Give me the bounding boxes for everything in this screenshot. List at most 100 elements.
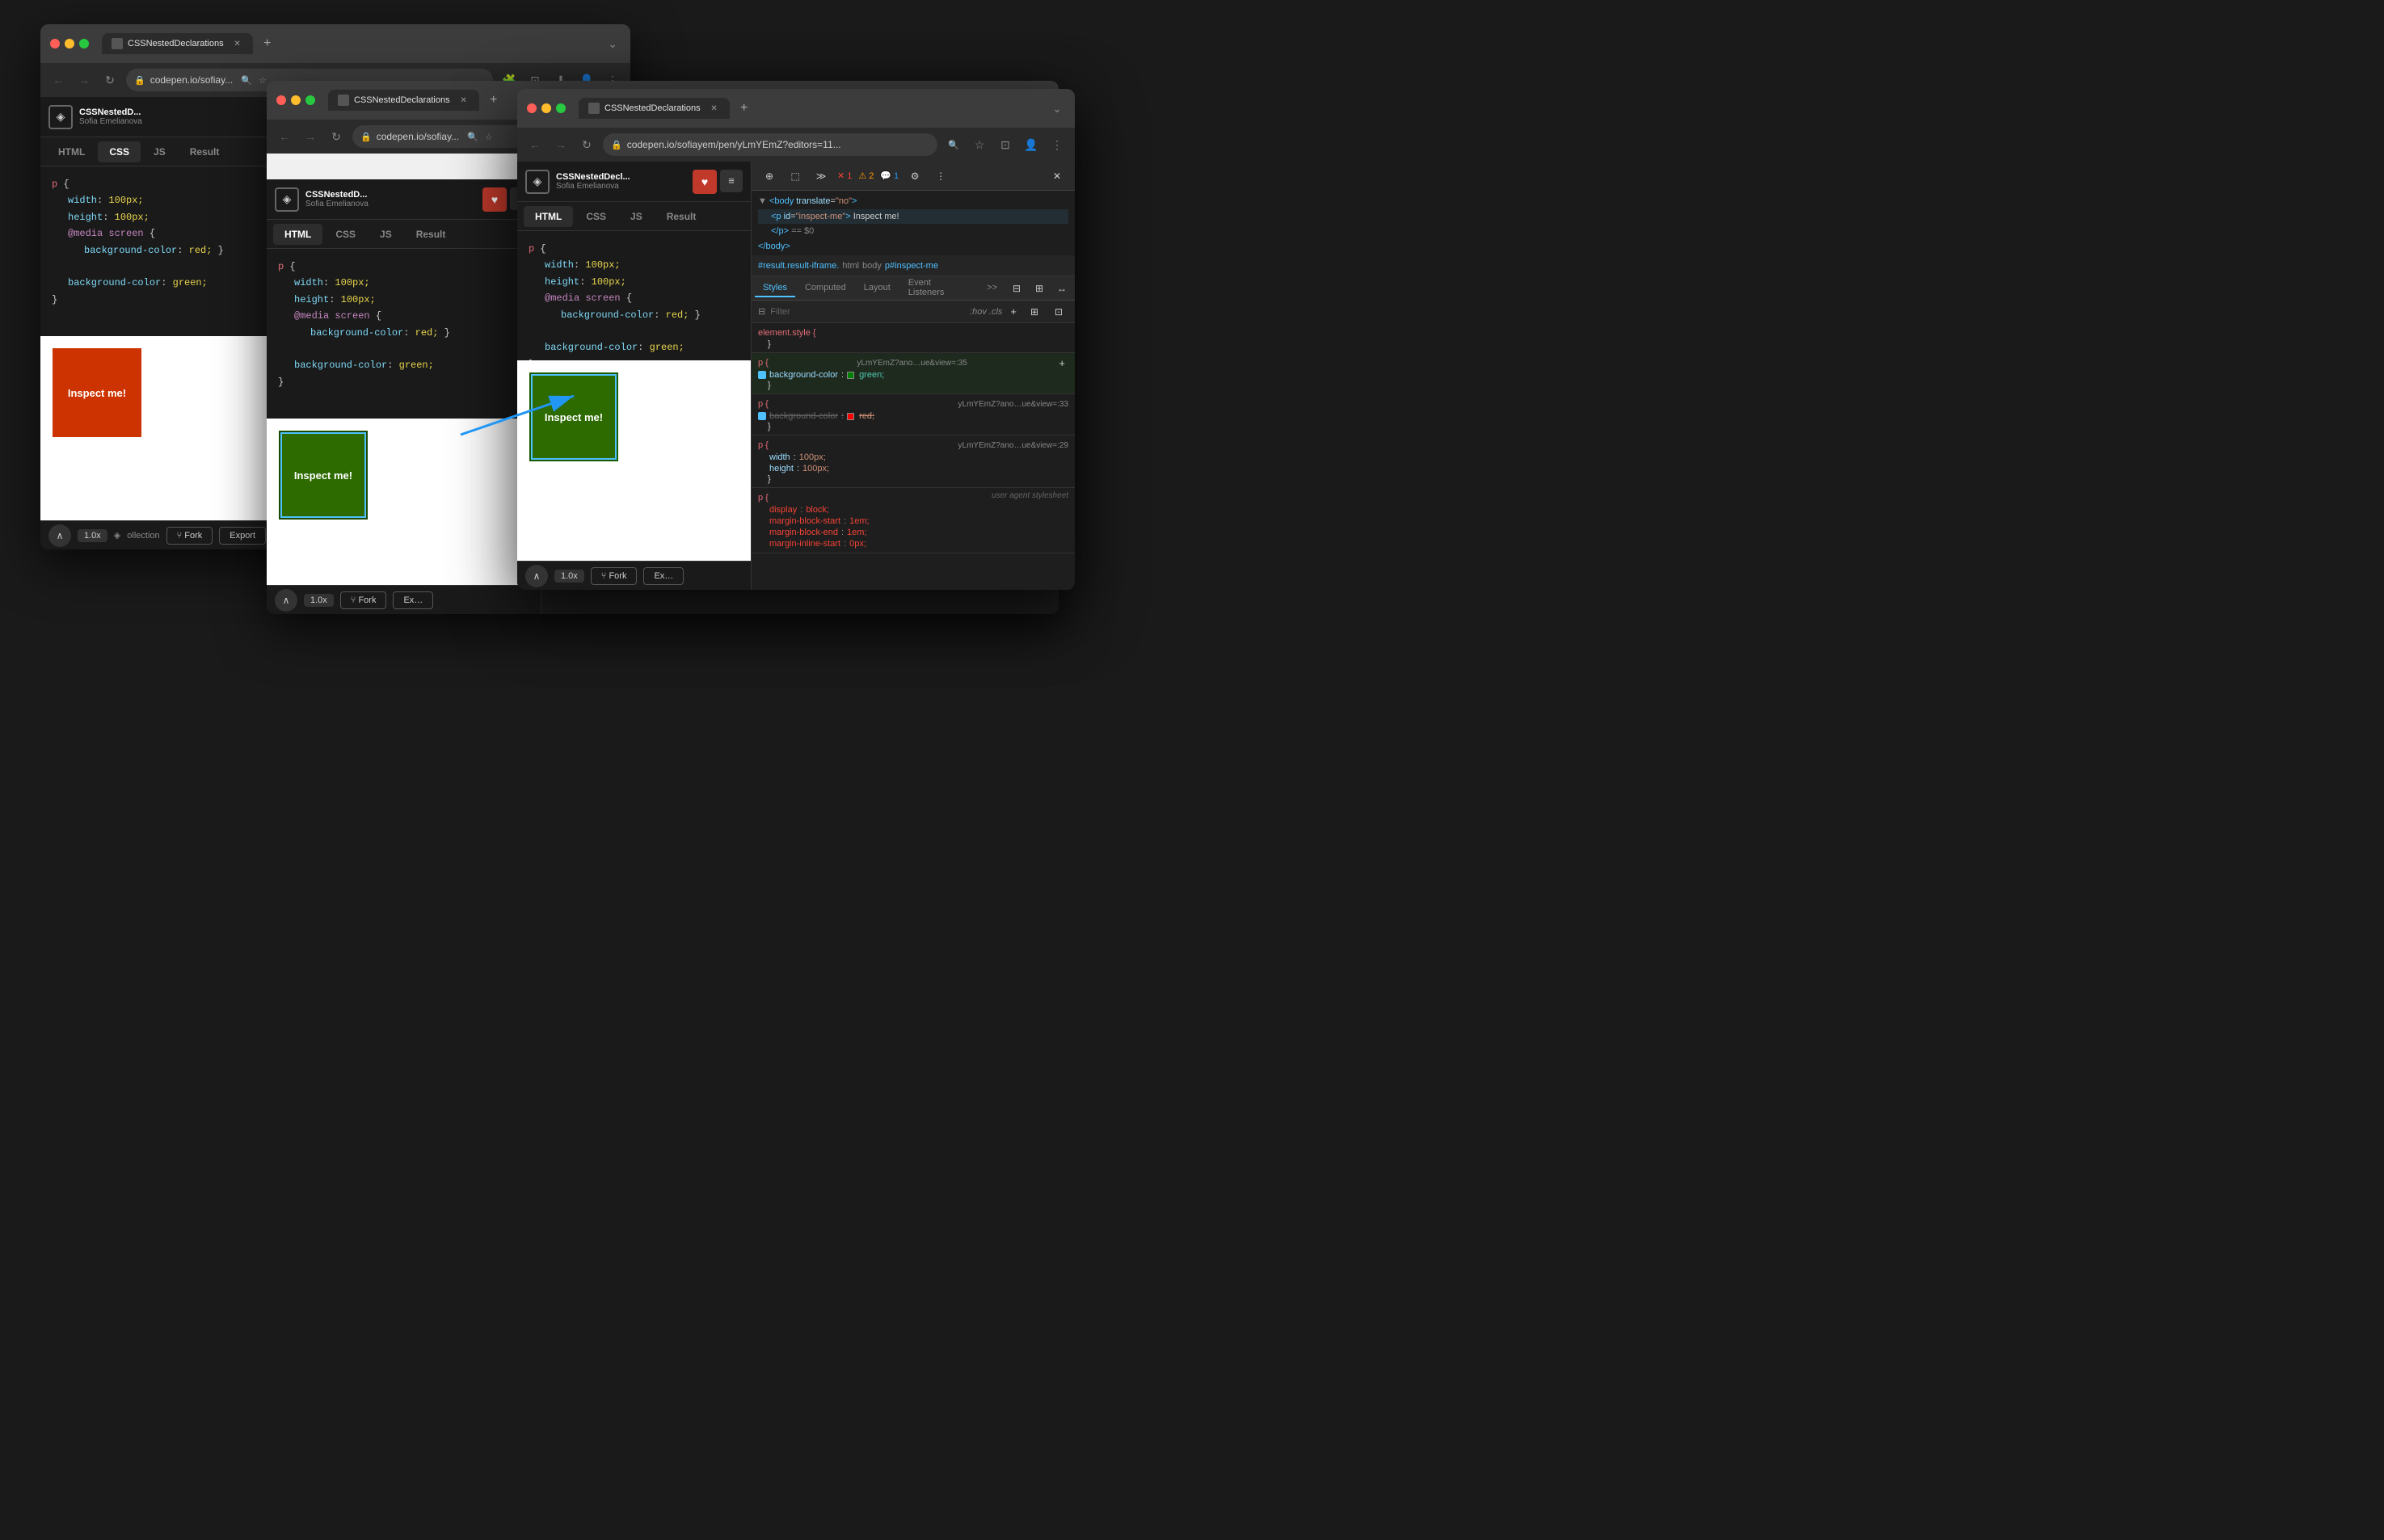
prop-row-mbe-3: margin-block-end : 1em; (758, 527, 1068, 538)
maximize-button-3[interactable] (556, 103, 566, 113)
tab-result-2[interactable]: Result (405, 224, 457, 245)
dt-close-btn-3[interactable]: ✕ (1047, 166, 1067, 186)
forward-btn-3[interactable]: → (551, 135, 571, 154)
forward-btn-2[interactable]: → (301, 127, 320, 146)
tab-js-1[interactable]: JS (142, 141, 177, 162)
titlebar-3: CSSNestedDeclarations ✕ + ⌄ (517, 89, 1075, 128)
dt-tab-computed-3[interactable]: Computed (797, 280, 854, 297)
cp-action-btns-3: ♥ ≡ (693, 170, 743, 194)
dt-tab-styles-3[interactable]: Styles (755, 280, 795, 297)
chevron-up-1[interactable]: ∧ (48, 524, 71, 547)
copy-btn-3[interactable]: ⊡ (1049, 302, 1068, 322)
dt-cursor-btn-3[interactable]: ⊕ (760, 166, 779, 186)
refresh-btn-1[interactable]: ↻ (100, 70, 120, 90)
active-tab-1[interactable]: CSSNestedDeclarations ✕ (102, 33, 253, 54)
heart-btn-2[interactable]: ♥ (482, 187, 507, 212)
export-btn-1[interactable]: Export (219, 527, 266, 545)
minimize-button-3[interactable] (541, 103, 551, 113)
tab-close-btn-2[interactable]: ✕ (458, 95, 470, 106)
dt-tab-more-3[interactable]: >> (979, 280, 1005, 297)
new-tab-btn-3[interactable]: + (733, 97, 756, 120)
chrome-menu-btn-3[interactable]: ⋮ (1047, 135, 1067, 154)
dt-more-btn-3[interactable]: ⋮ (931, 166, 950, 186)
tab-css-1[interactable]: CSS (98, 141, 141, 162)
maximize-button-2[interactable] (305, 95, 315, 105)
tab-html-1[interactable]: HTML (47, 141, 96, 162)
tree-row: </p> == $0 (758, 224, 1068, 239)
tab-result-3[interactable]: Result (655, 206, 708, 227)
dt-style-btn-3c[interactable]: ↔ (1052, 279, 1072, 298)
active-tab-2[interactable]: CSSNestedDeclarations ✕ (328, 90, 479, 111)
add-rule-btn-3[interactable]: ⊞ (1025, 302, 1044, 322)
codepen-logo-2: ◈ (275, 187, 299, 212)
tab-close-btn-3[interactable]: ✕ (709, 103, 720, 114)
star-btn-3[interactable]: ☆ (970, 135, 989, 154)
chevron-up-2[interactable]: ∧ (275, 589, 297, 612)
profile-btn-3[interactable]: 👤 (1021, 135, 1041, 154)
result-area-3: Inspect me! (517, 360, 751, 561)
tab-css-2[interactable]: CSS (324, 224, 367, 245)
address-input-3[interactable]: 🔒 codepen.io/sofiayem/pen/yLmYEmZ?editor… (603, 133, 937, 156)
tab-result-1[interactable]: Result (179, 141, 231, 162)
new-tab-btn-2[interactable]: + (482, 89, 505, 112)
zoom-badge-3[interactable]: 1.0x (554, 570, 584, 583)
close-button-3[interactable] (527, 103, 537, 113)
dt-tab-layout-3[interactable]: Layout (856, 280, 899, 297)
pen-title-1: CSSNestedD... (79, 107, 142, 117)
window-menu-1[interactable]: ⌄ (604, 37, 621, 51)
dt-style-btn-3b[interactable]: ⊞ (1030, 279, 1049, 298)
close-button-1[interactable] (50, 39, 60, 48)
active-tab-3[interactable]: CSSNestedDeclarations ✕ (579, 98, 730, 119)
dt-mobile-btn-3[interactable]: ⬚ (786, 166, 805, 186)
zoom-badge-2[interactable]: 1.0x (304, 594, 334, 607)
fork-btn-3[interactable]: ⑂ Fork (591, 567, 638, 585)
minimize-button-1[interactable] (65, 39, 74, 48)
add-prop-btn-3a[interactable]: + (1055, 357, 1068, 369)
tab-js-3[interactable]: JS (619, 206, 654, 227)
window-menu-3[interactable]: ⌄ (1049, 102, 1065, 116)
url-text-1: codepen.io/sofiay... (150, 74, 234, 86)
tree-row: <p id="inspect-me"> Inspect me! (758, 209, 1068, 225)
ex-btn-2[interactable]: Ex… (393, 591, 433, 609)
maximize-button-1[interactable] (79, 39, 89, 48)
zoom-badge-1[interactable]: 1.0x (78, 529, 107, 542)
refresh-btn-3[interactable]: ↻ (577, 135, 596, 154)
tab-html-3[interactable]: HTML (524, 206, 573, 227)
chevron-up-3[interactable]: ∧ (525, 565, 548, 587)
tab-css-3[interactable]: CSS (575, 206, 617, 227)
dt-more-panels-3[interactable]: ≫ (811, 166, 831, 186)
tab-html-2[interactable]: HTML (273, 224, 322, 245)
back-btn-2[interactable]: ← (275, 127, 294, 146)
codepen-panel-3: ◈ CSSNestedDecl... Sofia Emelianova ♥ ≡ … (517, 162, 752, 590)
zoom-btn-3[interactable]: 🔍 (944, 135, 963, 154)
tab-js-2[interactable]: JS (369, 224, 403, 245)
close-button-2[interactable] (276, 95, 286, 105)
new-tab-btn-1[interactable]: + (256, 32, 279, 55)
heart-btn-3[interactable]: ♥ (693, 170, 717, 194)
filter-placeholder-3: Filter (770, 307, 790, 317)
dt-tabs-3: Styles Computed Layout Event Listeners >… (752, 276, 1075, 301)
fork-btn-1[interactable]: ⑂ Fork (166, 527, 213, 545)
address-bar-row-3: ← → ↻ 🔒 codepen.io/sofiayem/pen/yLmYEmZ?… (517, 128, 1075, 162)
checkbox-3a[interactable] (758, 371, 766, 379)
swatch-green-3 (847, 372, 854, 379)
hamburger-btn-3[interactable]: ≡ (720, 170, 743, 192)
inspect-label-2: Inspect me! (294, 469, 352, 482)
codepen-header-3: ◈ CSSNestedDecl... Sofia Emelianova ♥ ≡ (517, 162, 751, 202)
forward-btn-1[interactable]: → (74, 70, 94, 90)
tab-area-3: CSSNestedDeclarations ✕ + (579, 97, 1042, 120)
minimize-button-2[interactable] (291, 95, 301, 105)
ex-btn-3[interactable]: Ex… (643, 567, 684, 585)
back-btn-3[interactable]: ← (525, 135, 545, 154)
tab-close-btn-1[interactable]: ✕ (232, 38, 243, 49)
dt-settings-btn-3[interactable]: ⚙ (905, 166, 925, 186)
dt-toolbar-3: ⊕ ⬚ ≫ ✕ 1 ⚠ 2 💬 1 ⚙ ⋮ ✕ (752, 162, 1075, 191)
share-btn-3[interactable]: ⊡ (996, 135, 1015, 154)
fork-btn-2[interactable]: ⑂ Fork (340, 591, 387, 609)
refresh-btn-2[interactable]: ↻ (326, 127, 346, 146)
dt-tab-events-3[interactable]: Event Listeners (900, 275, 977, 302)
checkbox-3b[interactable] (758, 412, 766, 420)
back-btn-1[interactable]: ← (48, 70, 68, 90)
add-style-btn-3[interactable]: + (1007, 305, 1020, 318)
dt-style-btn-3a[interactable]: ⊟ (1007, 279, 1026, 298)
